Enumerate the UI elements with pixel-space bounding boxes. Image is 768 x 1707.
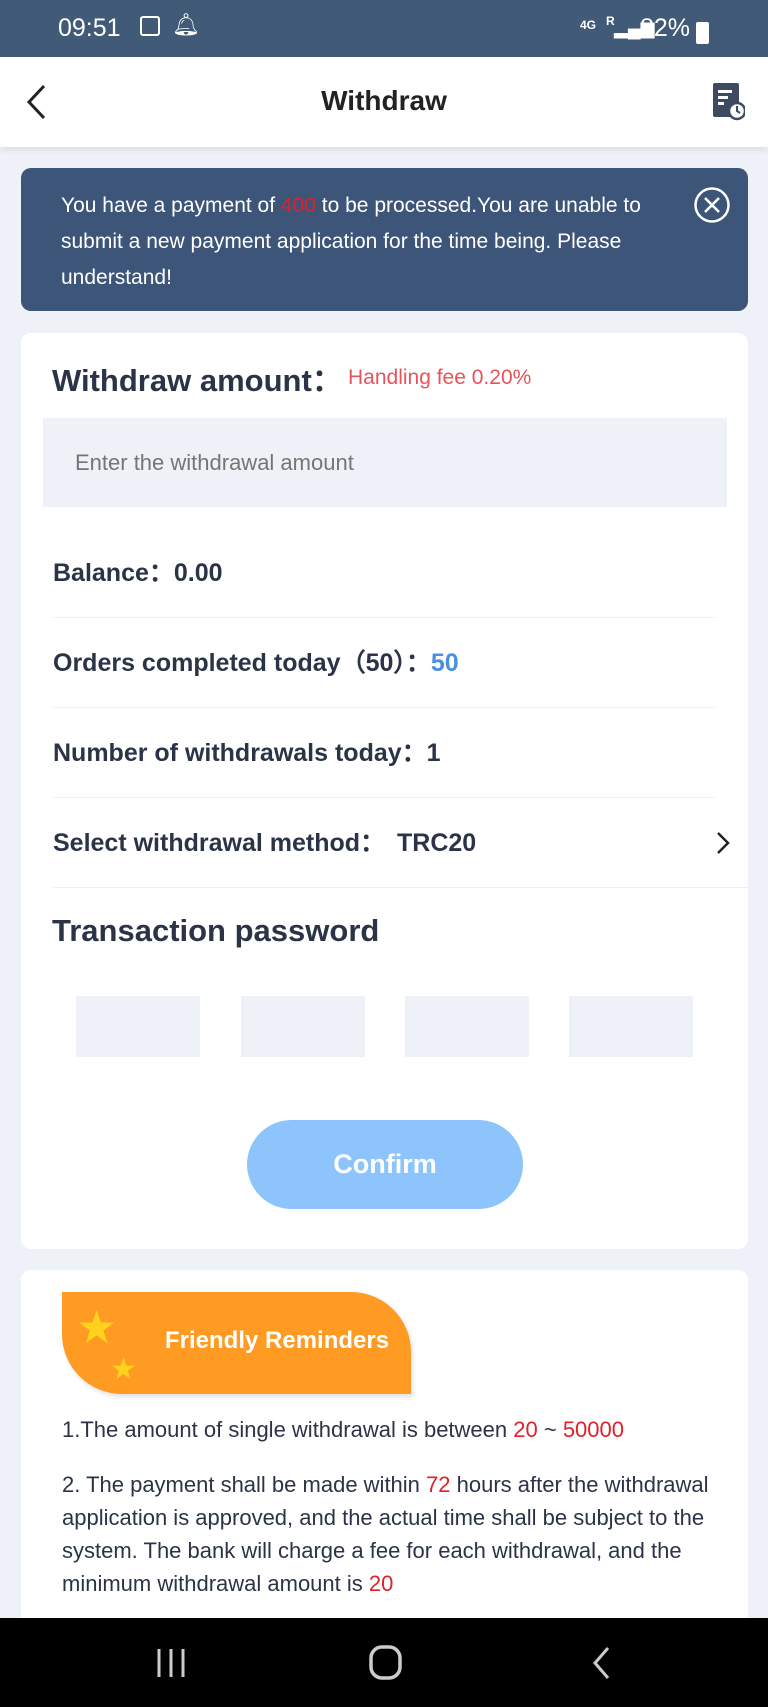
withdraw-history-button[interactable] [711,81,745,121]
home-button[interactable] [368,1644,404,1682]
page-title: Withdraw [321,85,447,116]
handling-fee: Handling fee 0.20% [348,366,532,389]
reminder-1: 1.The amount of single withdrawal is bet… [62,1417,624,1442]
method-value: TRC20 [397,829,477,857]
password-digit-4[interactable] [569,996,693,1057]
amount-label: Withdraw amount： [52,363,343,398]
method-label: Select withdrawal method： [53,829,386,857]
app-header: Withdraw [0,57,768,147]
balance-value: 0.00 [173,559,223,587]
close-notice-button[interactable] [693,186,731,224]
notice-text: You have a payment of [61,194,281,217]
gallery-icon [140,16,160,36]
balance-label: Balance： [53,559,174,587]
withdraw-amount-input[interactable] [43,418,727,507]
password-label: Transaction password [52,913,380,948]
system-nav-bar [0,1618,768,1707]
clock: 09:51 [58,14,121,42]
status-bar: 09:51 🔔︎ 4G R ▂▄▆ 82% [0,0,768,57]
password-digit-2[interactable] [241,996,365,1057]
star-icon: ★ [110,1353,137,1386]
orders-label: Orders completed today（50）： [53,649,431,677]
battery-level: 82% [640,14,691,42]
withdrawals-value: 1 [426,739,441,767]
withdrawal-method-selector[interactable]: Select withdrawal method： TRC20 [53,798,748,888]
chevron-right-icon [717,832,730,854]
orders-row: Orders completed today（50）：50 [53,618,715,708]
reminder-2: 2. The payment shall be made within 72 h… [62,1472,709,1596]
pending-amount: 400 [280,194,316,217]
friendly-reminders: ★ ★ Friendly Reminders 1.The amount of s… [21,1270,748,1670]
withdrawals-row: Number of withdrawals today：1 [53,708,715,798]
back-nav-button[interactable] [590,1646,614,1680]
battery-icon [696,22,709,44]
withdrawals-label: Number of withdrawals today： [53,739,427,767]
pending-payment-notice: You have a payment of 400 to be processe… [21,168,748,311]
recent-apps-button[interactable] [154,1646,188,1680]
bell-icon: 🔔︎ [172,12,200,37]
reminders-badge: ★ ★ Friendly Reminders [62,1292,411,1394]
withdraw-form: Withdraw amount： Handling fee 0.20% Bala… [21,333,748,1249]
star-icon: ★ [76,1301,118,1353]
password-digit-3[interactable] [405,996,529,1057]
password-digit-1[interactable] [76,996,200,1057]
orders-value: 50 [430,649,459,677]
confirm-button[interactable]: Confirm [247,1120,523,1209]
balance-row: Balance：0.00 [53,528,715,618]
network-type: 4G [580,18,597,32]
reminders-title: Friendly Reminders [165,1327,390,1354]
